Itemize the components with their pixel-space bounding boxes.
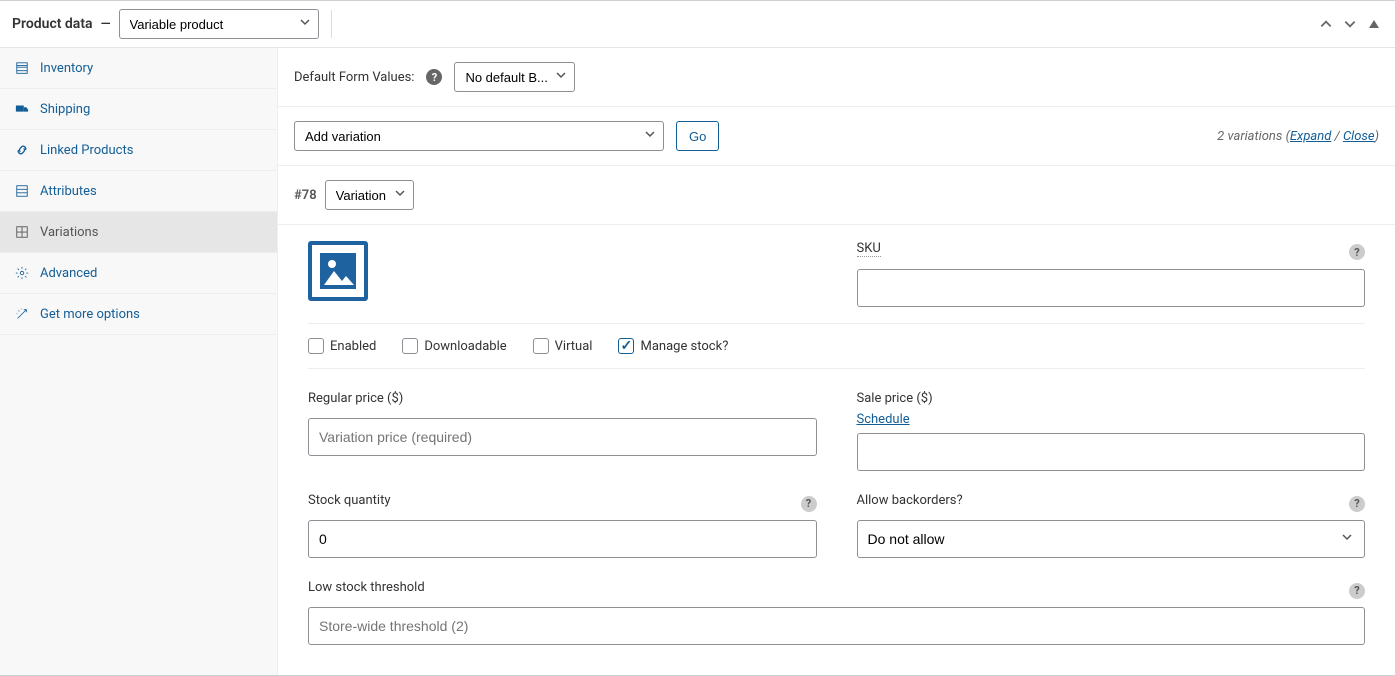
sidebar-label: Attributes — [40, 184, 97, 199]
panel-header: Product data — Variable product — [0, 1, 1395, 48]
header-divider — [331, 10, 332, 38]
variation-checkboxes: Enabled Downloadable Virtual Manage stoc… — [308, 323, 1365, 369]
link-icon — [14, 142, 30, 158]
variation-count: 2 variations (Expand / Close) — [1217, 129, 1379, 144]
default-form-label: Default Form Values: — [294, 70, 414, 85]
variation-attribute-select[interactable]: Variation — [325, 180, 414, 210]
sidebar-label: Inventory — [40, 61, 93, 76]
variation-id: #78 — [294, 188, 317, 203]
backorders-select[interactable]: Do not allow — [857, 520, 1366, 558]
variation-body: SKU ? Enabled Downloadable — [278, 225, 1395, 675]
downloadable-input[interactable] — [402, 338, 418, 354]
sku-label: SKU — [857, 241, 881, 257]
panel-toggle-icon[interactable] — [1365, 15, 1383, 33]
expand-link[interactable]: Expand — [1290, 129, 1331, 144]
variations-icon — [14, 224, 30, 240]
sidebar-item-inventory[interactable]: Inventory — [0, 48, 277, 89]
help-icon[interactable]: ? — [1349, 496, 1365, 512]
sidebar-item-advanced[interactable]: Advanced — [0, 253, 277, 294]
sidebar-item-variations[interactable]: Variations — [0, 212, 277, 253]
enabled-checkbox[interactable]: Enabled — [308, 338, 376, 354]
downloadable-checkbox[interactable]: Downloadable — [402, 338, 506, 354]
help-icon[interactable]: ? — [1349, 244, 1365, 260]
regular-price-input[interactable] — [308, 418, 817, 456]
stock-qty-label: Stock quantity — [308, 493, 391, 508]
variation-image-placeholder[interactable] — [308, 241, 368, 301]
title-dash: — — [101, 17, 111, 32]
go-button[interactable]: Go — [676, 121, 719, 151]
sidebar: Inventory Shipping Linked Products Attri… — [0, 48, 278, 675]
help-icon[interactable]: ? — [801, 496, 817, 512]
stock-qty-input[interactable] — [308, 520, 817, 558]
sidebar-label: Linked Products — [40, 143, 133, 158]
attributes-icon — [14, 183, 30, 199]
sidebar-item-more[interactable]: Get more options — [0, 294, 277, 335]
wand-icon — [14, 306, 30, 322]
sidebar-item-linked[interactable]: Linked Products — [0, 130, 277, 171]
content-area: Default Form Values: ? No default B... A… — [278, 48, 1395, 675]
manage-stock-input[interactable] — [618, 338, 634, 354]
sale-price-label: Sale price ($) — [857, 391, 933, 406]
backorders-label: Allow backorders? — [857, 493, 963, 508]
bulk-action-row: Add variation Go 2 variations (Expand / … — [278, 107, 1395, 166]
regular-price-label: Regular price ($) — [308, 391, 403, 406]
product-type-select[interactable]: Variable product — [119, 9, 319, 39]
low-stock-input[interactable] — [308, 607, 1365, 645]
sku-input[interactable] — [857, 269, 1366, 307]
sidebar-item-shipping[interactable]: Shipping — [0, 89, 277, 130]
sidebar-item-attributes[interactable]: Attributes — [0, 171, 277, 212]
enabled-input[interactable] — [308, 338, 324, 354]
gear-icon — [14, 265, 30, 281]
help-icon[interactable]: ? — [426, 69, 442, 85]
panel-title: Product data — [12, 16, 93, 32]
sidebar-label: Get more options — [40, 307, 140, 322]
sale-price-input[interactable] — [857, 433, 1366, 471]
shipping-icon — [14, 101, 30, 117]
inventory-icon — [14, 60, 30, 76]
sidebar-label: Shipping — [40, 102, 90, 117]
low-stock-label: Low stock threshold — [308, 580, 425, 595]
variation-header[interactable]: #78 Variation — [278, 166, 1395, 224]
sidebar-label: Variations — [40, 225, 98, 240]
schedule-link[interactable]: Schedule — [857, 412, 910, 427]
default-form-select[interactable]: No default B... — [454, 62, 575, 92]
default-form-row: Default Form Values: ? No default B... — [278, 48, 1395, 107]
panel-down-icon[interactable] — [1341, 15, 1359, 33]
panel-up-icon[interactable] — [1317, 15, 1335, 33]
close-link[interactable]: Close — [1343, 129, 1375, 144]
virtual-input[interactable] — [533, 338, 549, 354]
sidebar-label: Advanced — [40, 266, 97, 281]
manage-stock-checkbox[interactable]: Manage stock? — [618, 338, 728, 354]
virtual-checkbox[interactable]: Virtual — [533, 338, 593, 354]
bulk-action-select[interactable]: Add variation — [294, 121, 664, 151]
help-icon[interactable]: ? — [1349, 583, 1365, 599]
